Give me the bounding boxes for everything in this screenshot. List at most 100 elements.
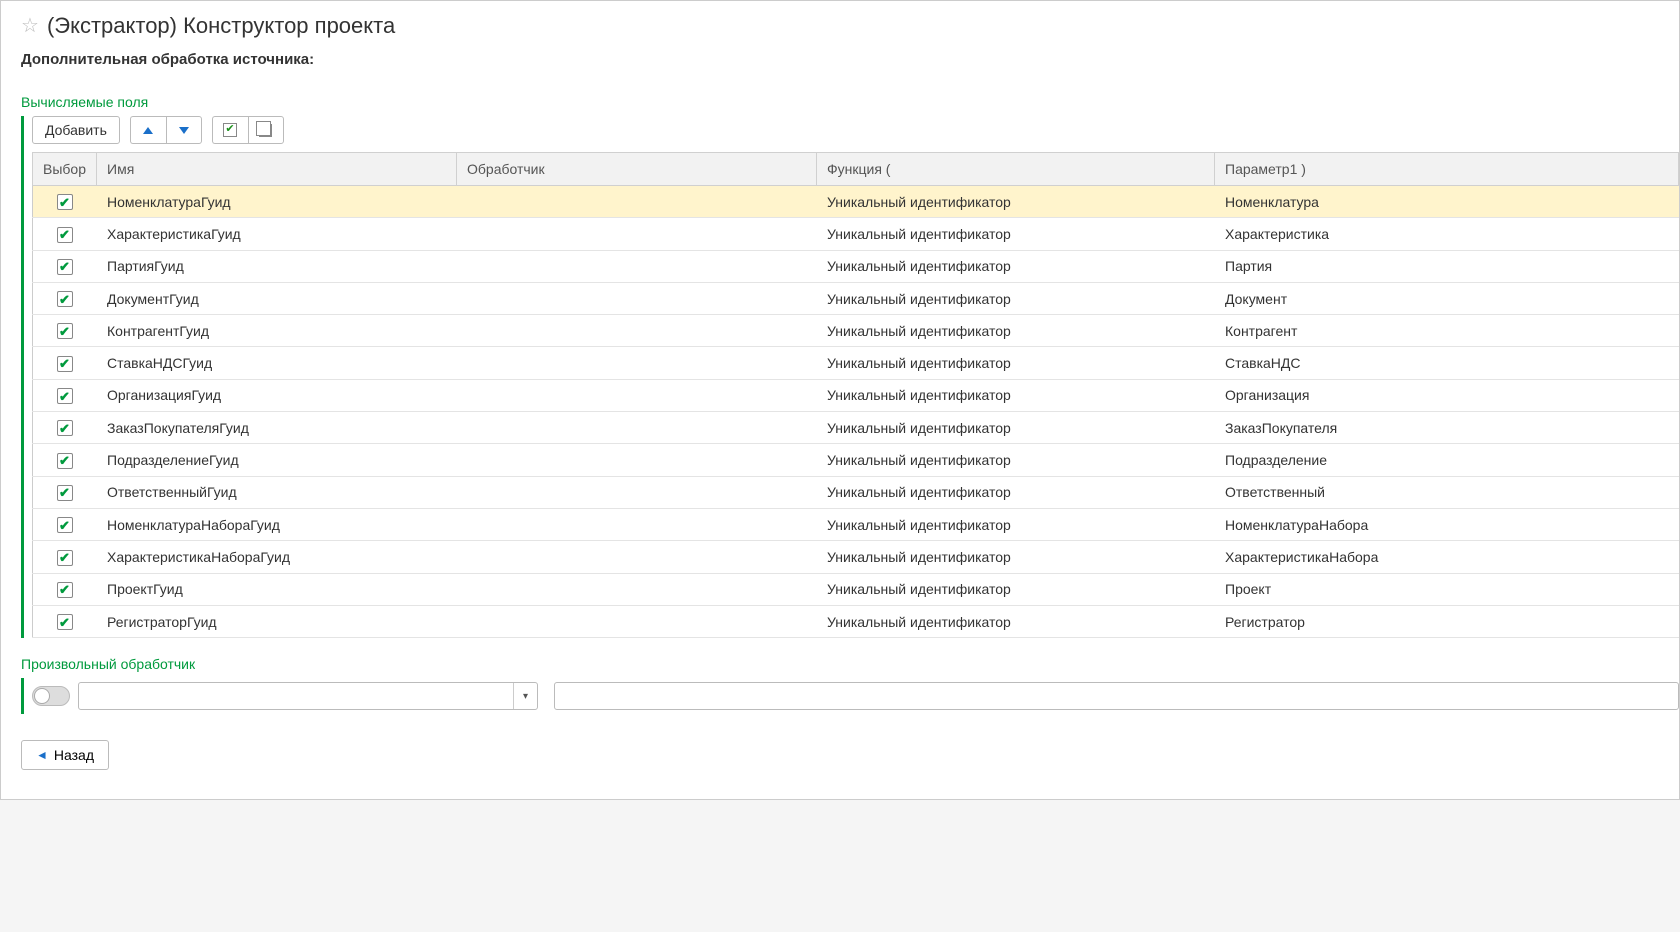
cell-handler[interactable] [457,379,817,411]
cell-name[interactable]: ПроектГуид [97,573,457,605]
cell-select[interactable] [33,250,97,282]
cell-param1[interactable]: Подразделение [1215,444,1679,476]
cell-select[interactable] [33,186,97,218]
cell-name[interactable]: СтавкаНДСГуид [97,347,457,379]
table-row[interactable]: СтавкаНДСГуид Уникальный идентификаторСта… [33,347,1679,379]
cell-handler[interactable] [457,282,817,314]
cell-param1[interactable]: Документ [1215,282,1679,314]
table-row[interactable]: ПодразделениеГуид Уникальный идентификато… [33,444,1679,476]
row-checkbox[interactable] [57,582,73,598]
cell-handler[interactable] [457,444,817,476]
cell-select[interactable] [33,605,97,637]
cell-select[interactable] [33,412,97,444]
cell-select[interactable] [33,444,97,476]
cell-handler[interactable] [457,541,817,573]
row-checkbox[interactable] [57,614,73,630]
handler-toggle[interactable] [32,686,70,706]
add-button[interactable]: Добавить [32,116,120,144]
cell-handler[interactable] [457,508,817,540]
row-checkbox[interactable] [57,227,73,243]
row-checkbox[interactable] [57,323,73,339]
table-row[interactable]: ОтветственныйГуидУникальный идентификато… [33,476,1679,508]
col-name-header[interactable]: Имя [97,153,457,186]
cell-func[interactable]: Уникальный идентификатор [817,250,1215,282]
cell-param1[interactable]: ХарактеристикаНабора [1215,541,1679,573]
cell-name[interactable]: ОрганизацияГуид [97,379,457,411]
cell-param1[interactable]: Партия [1215,250,1679,282]
handler-text-input[interactable] [554,682,1679,710]
chevron-down-icon[interactable]: ▾ [513,683,537,709]
cell-name[interactable]: ХарактеристикаГуид [97,218,457,250]
cell-func[interactable]: Уникальный идентификатор [817,412,1215,444]
cell-param1[interactable]: Контрагент [1215,315,1679,347]
cell-select[interactable] [33,315,97,347]
cell-handler[interactable] [457,476,817,508]
handler-dropdown[interactable]: ▾ [78,682,538,710]
table-row[interactable]: ЗаказПокупателяГуид Уникальный идентифика… [33,412,1679,444]
cell-func[interactable]: Уникальный идентификатор [817,186,1215,218]
favorite-star-icon[interactable]: ☆ [21,16,39,36]
table-row[interactable]: ДокументГуидУникальный идентификаторДоку… [33,282,1679,314]
cell-select[interactable] [33,573,97,605]
table-row[interactable]: ХарактеристикаГуид Уникальный идентификат… [33,218,1679,250]
cell-name[interactable]: РегистраторГуид [97,605,457,637]
cell-handler[interactable] [457,412,817,444]
row-checkbox[interactable] [57,517,73,533]
cell-name[interactable]: ПодразделениеГуид [97,444,457,476]
move-up-button[interactable] [130,116,166,144]
cell-handler[interactable] [457,573,817,605]
table-row[interactable]: РегистраторГуидУникальный идентификаторР… [33,605,1679,637]
cell-param1[interactable]: Организация [1215,379,1679,411]
cell-param1[interactable]: НоменклатураНабора [1215,508,1679,540]
cell-select[interactable] [33,282,97,314]
row-checkbox[interactable] [57,485,73,501]
cell-func[interactable]: Уникальный идентификатор [817,347,1215,379]
cell-func[interactable]: Уникальный идентификатор [817,218,1215,250]
cell-param1[interactable]: СтавкаНДС [1215,347,1679,379]
cell-select[interactable] [33,541,97,573]
cell-param1[interactable]: ЗаказПокупателя [1215,412,1679,444]
table-row[interactable]: НоменклатураГуид Уникальный идентификатор… [33,186,1679,218]
row-checkbox[interactable] [57,550,73,566]
cell-func[interactable]: Уникальный идентификатор [817,282,1215,314]
table-row[interactable]: НоменклатураНабораГуид Уникальный идентиф… [33,508,1679,540]
cell-name[interactable]: КонтрагентГуид [97,315,457,347]
handler-dropdown-input[interactable] [79,683,513,709]
move-down-button[interactable] [166,116,202,144]
row-checkbox[interactable] [57,388,73,404]
cell-select[interactable] [33,508,97,540]
cell-name[interactable]: ОтветственныйГуид [97,476,457,508]
cell-handler[interactable] [457,218,817,250]
cell-handler[interactable] [457,250,817,282]
fields-table[interactable]: Выбор Имя Обработчик Функция ( Параметр1… [32,152,1679,638]
cell-param1[interactable]: Ответственный [1215,476,1679,508]
row-checkbox[interactable] [57,291,73,307]
cell-param1[interactable]: Проект [1215,573,1679,605]
cell-func[interactable]: Уникальный идентификатор [817,508,1215,540]
cell-name[interactable]: НоменклатураГуид [97,186,457,218]
cell-func[interactable]: Уникальный идентификатор [817,541,1215,573]
cell-handler[interactable] [457,186,817,218]
cell-name[interactable]: ХарактеристикаНабораГуид [97,541,457,573]
cell-select[interactable] [33,379,97,411]
table-row[interactable]: ХарактеристикаНабораГуид Уникальный идент… [33,541,1679,573]
cell-handler[interactable] [457,315,817,347]
cell-select[interactable] [33,476,97,508]
cell-name[interactable]: ЗаказПокупателяГуид [97,412,457,444]
cell-param1[interactable]: Регистратор [1215,605,1679,637]
cell-func[interactable]: Уникальный идентификатор [817,444,1215,476]
row-checkbox[interactable] [57,453,73,469]
table-row[interactable]: ПроектГуид Уникальный идентификаторПроект [33,573,1679,605]
row-checkbox[interactable] [57,259,73,275]
table-row[interactable]: ПартияГуидУникальный идентификаторПартия [33,250,1679,282]
table-row[interactable]: ОрганизацияГуид Уникальный идентификаторО… [33,379,1679,411]
row-checkbox[interactable] [57,194,73,210]
table-row[interactable]: КонтрагентГуидУникальный идентификаторКо… [33,315,1679,347]
cell-func[interactable]: Уникальный идентификатор [817,379,1215,411]
cell-param1[interactable]: Характеристика [1215,218,1679,250]
cell-func[interactable]: Уникальный идентификатор [817,573,1215,605]
cell-handler[interactable] [457,347,817,379]
cell-name[interactable]: НоменклатураНабораГуид [97,508,457,540]
col-func-header[interactable]: Функция ( [817,153,1215,186]
cell-handler[interactable] [457,605,817,637]
